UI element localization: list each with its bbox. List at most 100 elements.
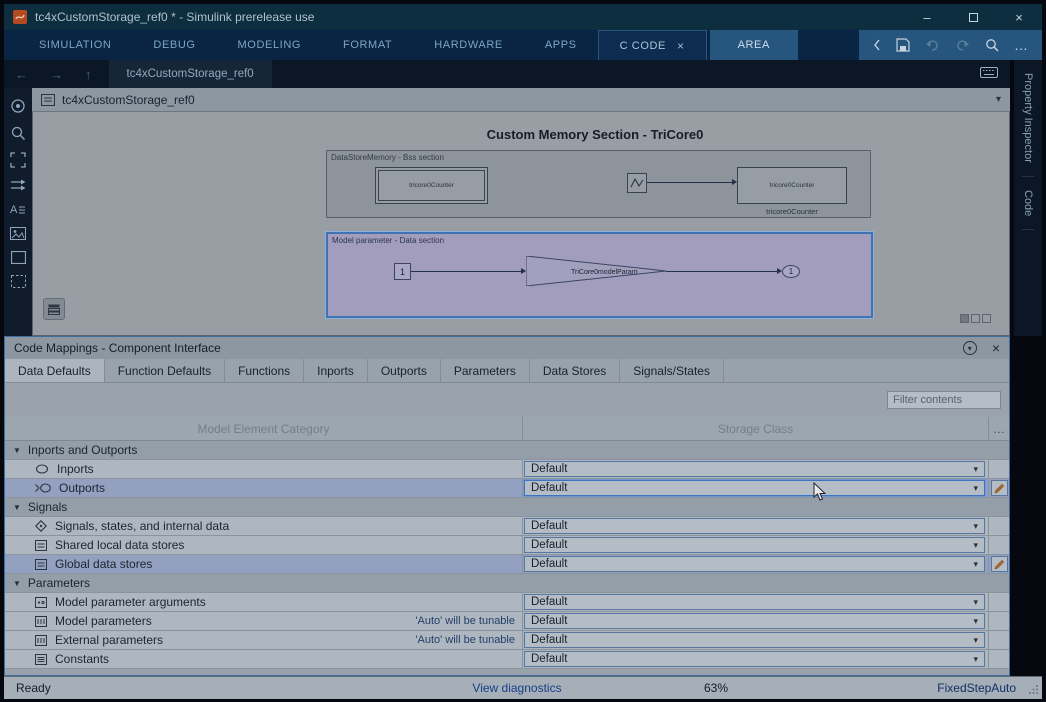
maximize-button[interactable] — [950, 4, 996, 30]
storage-class-dropdown[interactable]: Default ▾ — [524, 480, 985, 496]
tab-area[interactable]: AREA — [710, 30, 798, 60]
group-row-parameters[interactable]: ▼ Parameters — [5, 574, 1009, 593]
fit-to-view-icon[interactable] — [10, 152, 26, 168]
close-icon[interactable]: × — [677, 39, 685, 53]
storage-class-cell: Default ▾ — [523, 650, 989, 668]
bss-section-area[interactable]: DataStoreMemory - Bss section tricore0Co… — [326, 150, 871, 218]
dropdown-value: Default — [531, 634, 567, 646]
category-label: Outports — [59, 481, 105, 495]
minimize-panel-icon[interactable]: ▾ — [963, 341, 977, 355]
tab-hardware[interactable]: HARDWARE — [413, 30, 524, 60]
signal-routing-icon[interactable] — [10, 179, 26, 191]
close-button[interactable]: × — [996, 4, 1042, 30]
solver-label[interactable]: FixedStepAuto — [937, 681, 1016, 695]
up-button[interactable]: ↑ — [74, 60, 103, 88]
tab-function-defaults[interactable]: Function Defaults — [105, 359, 225, 382]
table-row-shared-local-data-stores[interactable]: Shared local data stores Default ▾ — [5, 536, 1009, 555]
storage-class-dropdown[interactable]: Default ▾ — [524, 594, 985, 610]
tab-functions[interactable]: Functions — [225, 359, 304, 382]
column-more-icon[interactable]: … — [989, 417, 1009, 440]
ribbon-tabs: SIMULATION DEBUG MODELING FORMAT HARDWAR… — [18, 30, 798, 60]
category-label: Signals, states, and internal data — [55, 519, 229, 533]
show-markup-button[interactable] — [43, 298, 65, 320]
wire — [666, 271, 777, 272]
table-row-external-parameters[interactable]: External parameters 'Auto' will be tunab… — [5, 631, 1009, 650]
tab-format[interactable]: FORMAT — [322, 30, 413, 60]
collapse-icon[interactable]: ▼ — [13, 503, 21, 512]
storage-class-dropdown[interactable]: Default ▾ — [524, 461, 985, 477]
tab-c-code[interactable]: C CODE × — [598, 30, 707, 60]
group-row-inports-outports[interactable]: ▼ Inports and Outports — [5, 441, 1009, 460]
box-area-icon[interactable] — [11, 251, 26, 264]
document-tab[interactable]: tc4xCustomStorage_ref0 — [109, 60, 273, 88]
redo-icon[interactable] — [955, 39, 970, 52]
collapse-icon[interactable]: ▼ — [13, 446, 21, 455]
data-store-write-block[interactable]: tricore0Counter — [737, 167, 847, 204]
keyboard-shortcuts-icon[interactable] — [980, 65, 998, 83]
tab-data-defaults[interactable]: Data Defaults — [5, 359, 105, 382]
forward-button[interactable]: → — [39, 60, 74, 88]
table-row-outports[interactable]: Outports Default ▾ — [5, 479, 1009, 498]
tab-signals-states[interactable]: Signals/States — [620, 359, 724, 382]
signal-source-block[interactable] — [627, 173, 647, 193]
storage-class-dropdown[interactable]: Default ▾ — [524, 537, 985, 553]
more-options-icon[interactable]: … — [1014, 40, 1028, 50]
canvas-overview-control[interactable] — [960, 314, 991, 323]
constant-icon — [35, 654, 47, 665]
minimize-button[interactable]: – — [904, 4, 950, 30]
collapse-toolstrip-icon[interactable] — [873, 39, 881, 51]
resize-grip[interactable] — [1029, 683, 1039, 697]
storage-class-dropdown[interactable]: Default ▾ — [524, 556, 985, 572]
maximize-icon — [969, 13, 978, 22]
table-row-global-data-stores[interactable]: Global data stores Default ▾ — [5, 555, 1009, 574]
image-icon[interactable] — [10, 227, 26, 240]
annotation-icon[interactable]: A — [10, 202, 26, 216]
storage-class-dropdown[interactable]: Default ▾ — [524, 518, 985, 534]
tab-inports[interactable]: Inports — [304, 359, 368, 382]
tab-modeling[interactable]: MODELING — [217, 30, 322, 60]
undo-icon[interactable] — [925, 39, 940, 52]
pager-page-icon — [960, 314, 969, 323]
canvas-toolbar: A — [4, 88, 32, 336]
gain-block[interactable]: TriCore0modelParam — [526, 256, 666, 286]
chevron-down-icon[interactable]: ▾ — [996, 94, 1001, 105]
table-row-model-parameter-arguments[interactable]: Model parameter arguments Default ▾ — [5, 593, 1009, 612]
group-row-signals[interactable]: ▼ Signals — [5, 498, 1009, 517]
dropdown-value: Default — [531, 463, 567, 475]
tab-outports[interactable]: Outports — [368, 359, 441, 382]
filter-input[interactable] — [887, 391, 1001, 409]
tab-parameters[interactable]: Parameters — [441, 359, 530, 382]
tab-simulation[interactable]: SIMULATION — [18, 30, 132, 60]
constant-block[interactable]: 1 — [394, 263, 411, 280]
edit-storage-class-button[interactable] — [991, 480, 1008, 496]
tab-code[interactable]: Code — [1022, 177, 1034, 230]
table-row-model-parameters[interactable]: Model parameters 'Auto' will be tunable … — [5, 612, 1009, 631]
storage-class-dropdown[interactable]: Default ▾ — [524, 613, 985, 629]
table-row-inports[interactable]: Inports Default ▾ — [5, 460, 1009, 479]
browse-icon[interactable] — [10, 98, 26, 114]
table-row-constants[interactable]: Constants Default ▾ — [5, 650, 1009, 669]
storage-class-dropdown[interactable]: Default ▾ — [524, 651, 985, 667]
tab-apps[interactable]: APPS — [524, 30, 598, 60]
zoom-icon[interactable] — [10, 125, 26, 141]
storage-class-dropdown[interactable]: Default ▾ — [524, 632, 985, 648]
dashed-area-icon[interactable] — [11, 275, 26, 288]
back-button[interactable]: ← — [4, 60, 39, 88]
edit-storage-class-button[interactable] — [991, 556, 1008, 572]
tab-property-inspector[interactable]: Property Inspector — [1022, 60, 1034, 177]
tab-debug[interactable]: DEBUG — [132, 30, 216, 60]
view-diagnostics-link[interactable]: View diagnostics — [472, 681, 561, 695]
outport-block[interactable]: 1 — [782, 265, 800, 278]
model-breadcrumb[interactable]: tc4xCustomStorage_ref0 — [62, 93, 195, 107]
search-icon[interactable] — [985, 38, 999, 52]
close-panel-icon[interactable]: × — [992, 340, 1000, 356]
category-cell: Shared local data stores — [5, 536, 523, 554]
model-canvas[interactable]: Custom Memory Section - TriCore0 DataSto… — [32, 112, 1010, 336]
collapse-icon[interactable]: ▼ — [13, 579, 21, 588]
data-section-area-selected[interactable]: Model parameter - Data section 1 TriCore… — [326, 232, 873, 318]
tab-data-stores[interactable]: Data Stores — [530, 359, 620, 382]
save-icon[interactable] — [896, 38, 910, 52]
table-row-signals-states[interactable]: Signals, states, and internal data Defau… — [5, 517, 1009, 536]
external-parameter-icon — [35, 635, 47, 646]
data-store-memory-block[interactable]: tricore0Counter — [375, 167, 488, 204]
